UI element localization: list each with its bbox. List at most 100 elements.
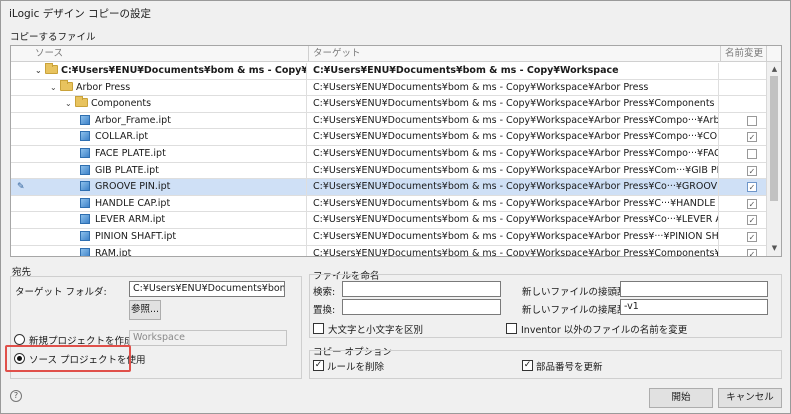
scroll-down-icon[interactable]: ▼ (769, 243, 780, 254)
source-cell: FACE PLATE.ipt (31, 146, 307, 162)
rename-checkbox[interactable]: ✓ (747, 248, 757, 256)
rename-cell: ✓ (721, 129, 767, 145)
source-cell: ⌄ C:¥Users¥ENU¥Documents¥bom & ms - Copy¥… (31, 63, 307, 79)
table-row[interactable]: ⌄ C:¥Users¥ENU¥Documents¥bom & ms - Copy¥… (11, 63, 767, 80)
remove-rules-label: ルールを削除 (327, 362, 385, 373)
rename-checkbox[interactable]: ✓ (747, 182, 757, 193)
table-row[interactable]: ⌄ Arbor Press C:¥Users¥ENU¥Documents¥bom &… (11, 79, 767, 97)
column-header-target[interactable]: ターゲット (309, 46, 721, 62)
expand-chevron-icon[interactable]: ⌄ (50, 80, 60, 96)
part-file-icon (80, 181, 90, 192)
annotation-highlight-box (5, 345, 131, 372)
new-project-radio[interactable] (14, 334, 25, 345)
help-icon[interactable]: ? (10, 390, 22, 402)
scroll-thumb[interactable] (770, 76, 778, 201)
rename-cell: ✓ (721, 179, 767, 195)
rename-checkbox[interactable]: ✓ (747, 165, 757, 176)
table-row[interactable]: FACE PLATE.ipt C:¥Users¥ENU¥Documents¥bom… (11, 146, 767, 163)
target-cell[interactable]: C:¥Users¥ENU¥Documents¥bom & ms - Copy¥W… (309, 79, 719, 96)
target-cell[interactable]: C:¥Users¥ENU¥Documents¥bom & ms - Copy¥W… (309, 112, 719, 129)
source-cell: GIB PLATE.ipt (31, 162, 307, 179)
search-label: 検索: (313, 287, 336, 298)
source-cell: Arbor_Frame.ipt (31, 112, 307, 129)
browse-button[interactable]: 参照... (129, 300, 161, 320)
expand-chevron-icon[interactable]: ⌄ (65, 96, 75, 112)
new-project-input[interactable]: Workspace (129, 330, 287, 346)
source-cell: ⌄ Components (31, 96, 307, 113)
update-part-numbers-label: 部品番号を更新 (536, 362, 603, 373)
part-file-icon (80, 148, 90, 158)
rename-cell (721, 63, 767, 79)
grid-vertical-scrollbar[interactable]: ▲ ▼ (766, 62, 781, 256)
target-cell[interactable]: C:¥Users¥ENU¥Documents¥bom & ms - Copy¥W… (309, 195, 719, 212)
target-cell[interactable]: C:¥Users¥ENU¥Documents¥bom & ms - Copy¥W… (309, 96, 719, 113)
cancel-button[interactable]: キャンセル (718, 388, 782, 408)
rename-checkbox[interactable] (747, 149, 757, 159)
replace-input[interactable] (342, 299, 501, 315)
target-cell[interactable]: C:¥Users¥ENU¥Documents¥bom & ms - Copy¥W… (309, 129, 719, 146)
table-row[interactable]: COLLAR.ipt C:¥Users¥ENU¥Documents¥bom & m… (11, 129, 767, 146)
table-row[interactable]: Arbor_Frame.ipt C:¥Users¥ENU¥Documents¥bo… (11, 112, 767, 130)
source-name: GROOVE PIN.ipt (95, 181, 171, 193)
target-folder-label: ターゲット フォルダ: (15, 287, 107, 298)
target-folder-input[interactable]: C:¥Users¥ENU¥Documents¥bom & m (129, 281, 285, 297)
table-row[interactable]: GIB PLATE.ipt C:¥Users¥ENU¥Documents¥bom … (11, 162, 767, 180)
rename-cell (721, 96, 767, 112)
grid-header: ソース ターゲット 名前変更 (11, 46, 781, 62)
column-header-rename[interactable]: 名前変更 (721, 46, 767, 62)
source-name: LEVER ARM.ipt (95, 214, 166, 226)
suffix-input[interactable]: -v1 (620, 299, 768, 315)
search-input[interactable] (342, 281, 501, 297)
rename-cell: ✓ (721, 163, 767, 179)
file-grid[interactable]: ソース ターゲット 名前変更 ⌄ C:¥Users¥ENU¥Documents¥b… (10, 45, 782, 257)
rename-checkbox[interactable]: ✓ (747, 232, 757, 242)
table-row[interactable]: GROOVE PIN.ipt C:¥Users¥ENU¥Documents¥bom… (11, 179, 767, 196)
rename-checkbox[interactable]: ✓ (747, 198, 757, 209)
edit-row-pencil-icon: ✎ (17, 182, 25, 192)
target-cell[interactable]: C:¥Users¥ENU¥Documents¥bom & ms - Copy¥W… (309, 245, 719, 256)
folder-icon (75, 96, 88, 108)
table-row[interactable]: HANDLE CAP.ipt C:¥Users¥ENU¥Documents¥bom… (11, 195, 767, 213)
rename-non-inventor-checkbox[interactable] (506, 323, 517, 334)
case-sensitive-label: 大文字と小文字を区別 (328, 325, 424, 336)
table-row[interactable]: LEVER ARM.ipt C:¥Users¥ENU¥Documents¥bom … (11, 212, 767, 229)
rename-checkbox[interactable]: ✓ (747, 132, 757, 143)
column-header-source[interactable]: ソース (31, 46, 309, 62)
case-sensitive-checkbox[interactable] (313, 323, 324, 334)
source-cell: LEVER ARM.ipt (31, 212, 307, 229)
prefix-label: 新しいファイルの接頭辞: (522, 287, 630, 298)
table-row[interactable]: RAM.ipt C:¥Users¥ENU¥Documents¥bom & ms -… (11, 245, 767, 256)
target-cell[interactable]: C:¥Users¥ENU¥Documents¥bom & ms - Copy¥W… (309, 212, 719, 229)
source-cell: COLLAR.ipt (31, 129, 307, 146)
rename-checkbox[interactable]: ✓ (747, 215, 757, 226)
source-name: Arbor_Frame.ipt (95, 114, 171, 126)
target-cell[interactable]: C:¥Users¥ENU¥Documents¥bom & ms - Copy¥W… (309, 63, 719, 79)
source-name: Arbor Press (76, 81, 131, 93)
replace-label: 置換: (313, 305, 336, 316)
source-cell: GROOVE PIN.ipt (31, 179, 307, 196)
source-name: Components (91, 98, 152, 110)
table-row[interactable]: ⌄ Components C:¥Users¥ENU¥Documents¥bom & … (11, 96, 767, 113)
source-name: GIB PLATE.ipt (95, 164, 159, 176)
rename-checkbox[interactable] (747, 115, 757, 126)
target-cell[interactable]: C:¥Users¥ENU¥Documents¥bom & ms - Copy¥W… (309, 146, 719, 162)
folder-icon (45, 63, 58, 74)
target-cell[interactable]: C:¥Users¥ENU¥Documents¥bom & ms - Copy¥W… (309, 162, 719, 179)
table-row[interactable]: PINION SHAFT.ipt C:¥Users¥ENU¥Documents¥b… (11, 229, 767, 246)
source-name: HANDLE CAP.ipt (95, 197, 171, 209)
part-file-icon (80, 214, 90, 225)
expand-chevron-icon[interactable]: ⌄ (35, 63, 45, 79)
target-cell[interactable]: C:¥Users¥ENU¥Documents¥bom & ms - Copy¥W… (309, 229, 719, 245)
source-name: COLLAR.ipt (95, 131, 149, 143)
target-cell[interactable]: C:¥Users¥ENU¥Documents¥bom & ms - Copy¥W… (309, 179, 719, 196)
prefix-input[interactable] (620, 281, 768, 297)
start-button[interactable]: 開始 (649, 388, 713, 408)
rename-cell: ✓ (721, 229, 767, 245)
source-cell: PINION SHAFT.ipt (31, 229, 307, 245)
remove-rules-checkbox[interactable]: ✓ (313, 360, 324, 371)
dialog-window: iLogic デザイン コピーの設定 コピーするファイル ソース ターゲット 名… (0, 0, 791, 414)
part-file-icon (80, 247, 90, 256)
part-file-icon (80, 131, 90, 142)
scroll-up-icon[interactable]: ▲ (769, 64, 780, 75)
update-part-numbers-checkbox[interactable]: ✓ (522, 360, 533, 371)
